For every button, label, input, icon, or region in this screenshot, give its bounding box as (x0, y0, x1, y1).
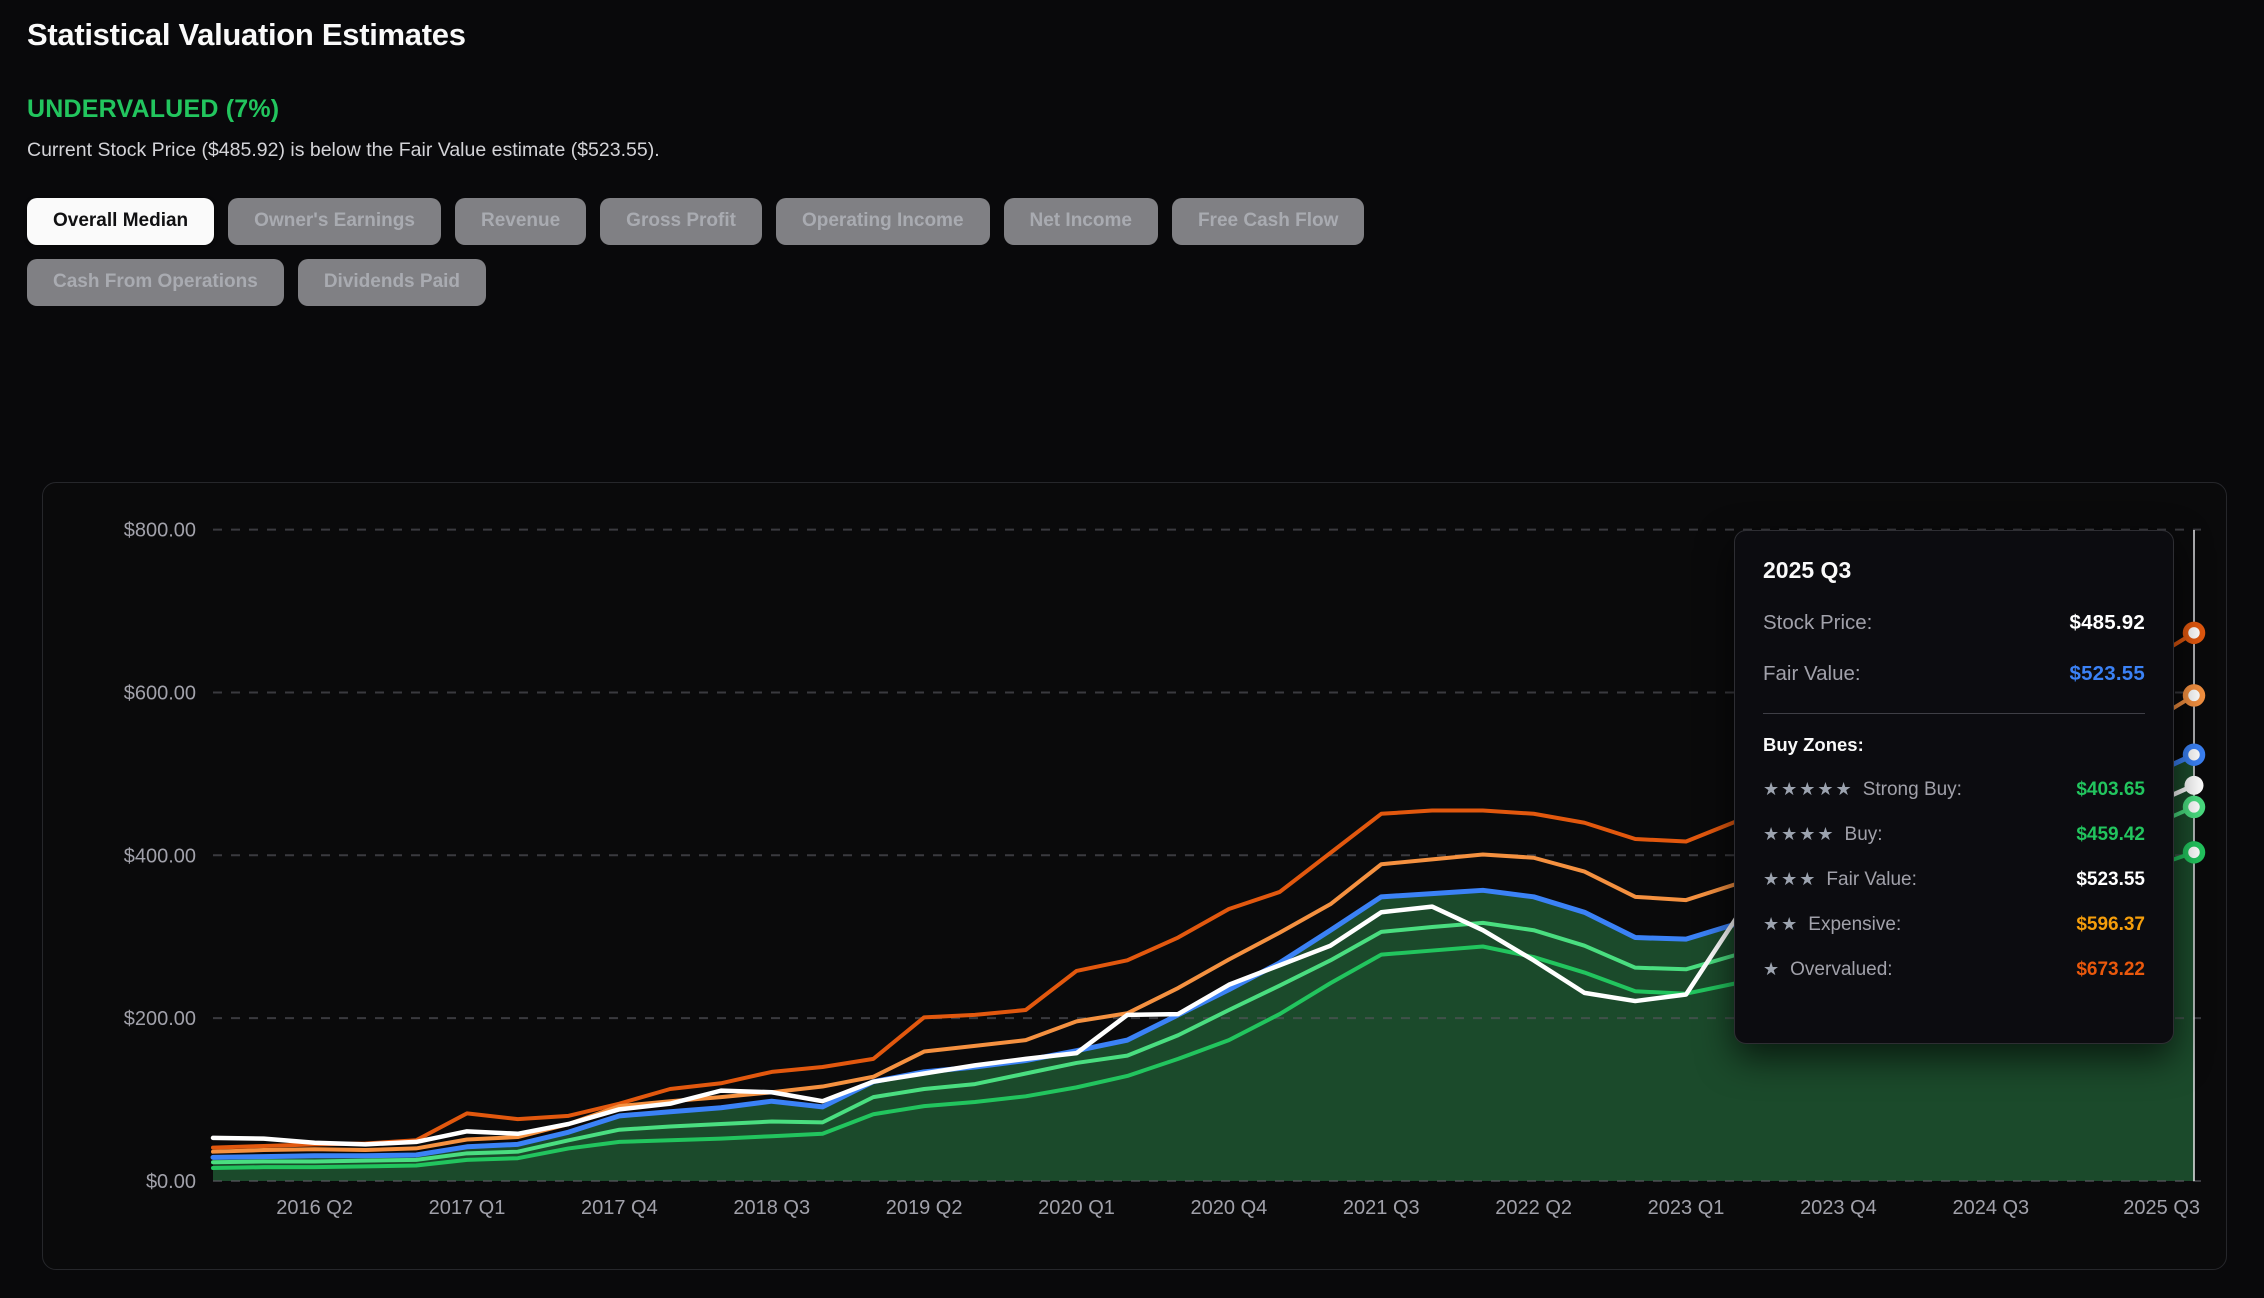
tooltip-row-fair-value-: Fair Value: $523.55 (1763, 662, 2145, 686)
x-axis-tick-label: 2020 Q1 (1038, 1197, 1115, 1219)
endpoint-marker-buy (2186, 798, 2203, 815)
x-axis-tick-label: 2024 Q3 (1952, 1197, 2029, 1219)
x-axis-tick-label: 2017 Q4 (581, 1197, 658, 1219)
tab-free-cash-flow[interactable]: Free Cash Flow (1172, 198, 1364, 245)
star-rating-icon: ★★★★ (1763, 824, 1836, 845)
buy-zone-row-overvalued-: ★ Overvalued: $673.22 (1763, 959, 2145, 981)
tooltip-divider (1763, 713, 2145, 714)
tooltip-buy-zones-heading: Buy Zones: (1763, 734, 2145, 756)
buy-zone-value: $596.37 (2076, 914, 2145, 936)
page-title: Statistical Valuation Estimates (27, 16, 2264, 53)
valuation-subtitle: Current Stock Price ($485.92) is below t… (27, 139, 2264, 162)
buy-zone-label: Strong Buy: (1863, 779, 1962, 801)
tooltip-value: $523.55 (2069, 662, 2145, 686)
buy-zone-label: Buy: (1845, 824, 1883, 846)
x-axis-tick-label: 2021 Q3 (1343, 1197, 1420, 1219)
tooltip-period: 2025 Q3 (1763, 557, 2145, 584)
buy-zone-label: Fair Value: (1826, 869, 1916, 891)
endpoint-marker-fair-value (2186, 746, 2203, 763)
y-axis-tick-label: $200.00 (124, 1008, 196, 1030)
buy-zone-row-fair-value-: ★★★ Fair Value: $523.55 (1763, 869, 2145, 891)
star-rating-icon: ★★ (1763, 914, 1799, 935)
x-axis-tick-label: 2018 Q3 (733, 1197, 810, 1219)
chart-tooltip: 2025 Q3 Stock Price: $485.92 Fair Value: $5… (1734, 530, 2174, 1044)
buy-zone-label: Overvalued: (1790, 959, 1892, 981)
endpoint-marker-overvalued (2186, 624, 2203, 641)
x-axis-tick-label: 2020 Q4 (1191, 1197, 1268, 1219)
star-rating-icon: ★★★ (1763, 869, 1817, 890)
tab-revenue[interactable]: Revenue (455, 198, 586, 245)
endpoint-marker-stock-price (2185, 776, 2204, 795)
buy-zone-value: $403.65 (2076, 779, 2145, 801)
x-axis-tick-label: 2016 Q2 (276, 1197, 353, 1219)
tab-dividends-paid[interactable]: Dividends Paid (298, 259, 486, 306)
buy-zone-row-expensive-: ★★ Expensive: $596.37 (1763, 914, 2145, 936)
endpoint-marker-strong-buy (2186, 844, 2203, 861)
x-axis-tick-label: 2023 Q4 (1800, 1197, 1877, 1219)
buy-zone-row-strong-buy-: ★★★★★ Strong Buy: $403.65 (1763, 779, 2145, 801)
star-rating-icon: ★ (1763, 959, 1781, 980)
x-axis-tick-label: 2025 Q3 (2123, 1197, 2200, 1219)
buy-zone-value: $459.42 (2076, 824, 2145, 846)
tab-gross-profit[interactable]: Gross Profit (600, 198, 762, 245)
buy-zone-value: $523.55 (2076, 869, 2145, 891)
x-axis-tick-label: 2019 Q2 (886, 1197, 963, 1219)
tooltip-value: $485.92 (2069, 611, 2145, 635)
tab-operating-income[interactable]: Operating Income (776, 198, 990, 245)
x-axis-tick-label: 2023 Q1 (1648, 1197, 1725, 1219)
y-axis-tick-label: $400.00 (124, 845, 196, 867)
buy-zone-label: Expensive: (1808, 914, 1901, 936)
tooltip-label: Stock Price: (1763, 611, 1872, 635)
tooltip-row-stock-price-: Stock Price: $485.92 (1763, 611, 2145, 635)
metric-tabs: Overall Median Owner's Earnings Revenue Gro… (27, 198, 1367, 306)
x-axis-tick-label: 2017 Q1 (429, 1197, 506, 1219)
tab-overall-median[interactable]: Overall Median (27, 198, 214, 245)
endpoint-marker-expensive (2186, 687, 2203, 704)
valuation-chart-card: $0.00 $200.00 $400.00 $600.00 $800.00 2016 Q2… (42, 482, 2227, 1270)
buy-zone-row-buy-: ★★★★ Buy: $459.42 (1763, 824, 2145, 846)
star-rating-icon: ★★★★★ (1763, 779, 1854, 800)
tab-cash-from-operations[interactable]: Cash From Operations (27, 259, 284, 306)
tooltip-label: Fair Value: (1763, 662, 1861, 686)
tab-net-income[interactable]: Net Income (1004, 198, 1158, 245)
page: Statistical Valuation Estimates UNDERVAL… (0, 0, 2264, 1270)
x-axis-tick-label: 2022 Q2 (1495, 1197, 1572, 1219)
y-axis-tick-label: $800.00 (124, 520, 196, 542)
valuation-status: UNDERVALUED (7%) (27, 95, 2264, 124)
buy-zone-value: $673.22 (2076, 959, 2145, 981)
y-axis-tick-label: $600.00 (124, 682, 196, 704)
tab-owner-s-earnings[interactable]: Owner's Earnings (228, 198, 441, 245)
y-axis-tick-label: $0.00 (146, 1171, 196, 1193)
